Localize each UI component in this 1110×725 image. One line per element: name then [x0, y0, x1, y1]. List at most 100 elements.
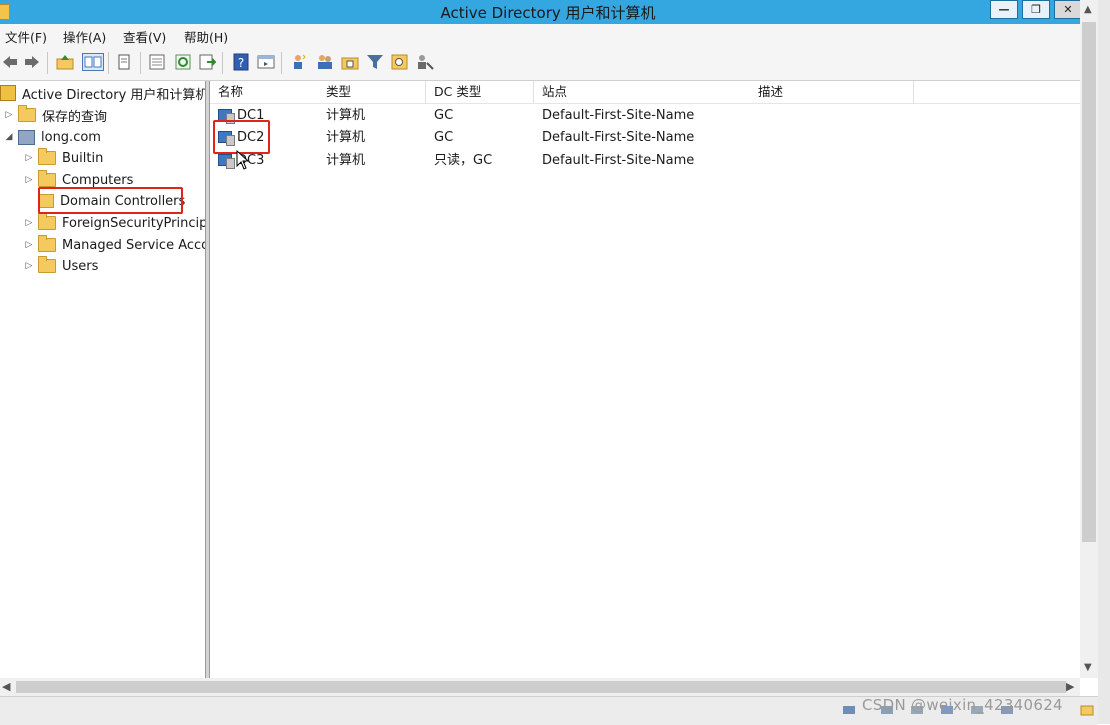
add-to-group-icon[interactable]: [416, 53, 434, 71]
up-folder-icon[interactable]: [56, 53, 74, 71]
new-group-icon[interactable]: [316, 53, 334, 71]
new-ou-icon[interactable]: [341, 53, 359, 71]
refresh-icon[interactable]: [174, 53, 192, 71]
results-list: 名称 类型 DC 类型 站点 描述 DC1 计算机 GC Default-Fir…: [210, 81, 1080, 678]
expand-arrow-icon[interactable]: ▷: [24, 240, 34, 250]
menu-bar: 文件(F) 操作(A) 查看(V) 帮助(H): [0, 24, 1110, 46]
maximize-button[interactable]: ❐: [1022, 0, 1050, 19]
highlight-annotation: [38, 187, 183, 214]
row-dc-type: GC: [434, 130, 454, 145]
computer-icon: [218, 154, 235, 169]
column-header-name[interactable]: 名称: [210, 81, 320, 103]
expand-arrow-icon[interactable]: ▷: [24, 153, 34, 163]
row-description: [750, 150, 914, 172]
vertical-scroll-thumb[interactable]: [1082, 22, 1096, 542]
list-item-dc3[interactable]: DC3 计算机 只读，GC Default-First-Site-Name: [210, 150, 1080, 172]
toolbar: ?: [0, 46, 1110, 81]
tree-item-users[interactable]: ▷ Users: [24, 256, 98, 276]
row-type: 计算机: [326, 153, 366, 168]
folder-icon: [38, 256, 56, 273]
console-tree: Active Directory 用户和计算机 ▷ 保存的查询 ◢ long.c…: [0, 81, 205, 678]
folder-icon: [38, 213, 56, 230]
column-header-description[interactable]: 描述: [750, 81, 914, 103]
collapse-arrow-icon[interactable]: ◢: [4, 132, 14, 142]
network-icon: [843, 706, 855, 714]
tree-item-label: Users: [62, 258, 99, 274]
tree-root-label: Active Directory 用户和计算机: [22, 87, 205, 103]
tree-item-label: Managed Service Accounts: [62, 237, 205, 253]
tree-item-managed-service-accounts[interactable]: ▷ Managed Service Accounts: [24, 235, 205, 255]
toolbar-separator: [108, 52, 109, 74]
row-type: 计算机: [326, 130, 366, 145]
toolbar-separator: [47, 52, 48, 74]
horizontal-scrollbar[interactable]: ◀ ▶: [0, 678, 1080, 696]
back-icon[interactable]: [1, 53, 19, 71]
domain-icon: [18, 129, 35, 145]
minimize-button[interactable]: —: [990, 0, 1018, 19]
folder-icon: [38, 170, 56, 187]
list-item-dc2[interactable]: DC2 计算机 GC Default-First-Site-Name: [210, 127, 1080, 149]
toolbar-separator: [281, 52, 282, 74]
list-item-dc1[interactable]: DC1 计算机 GC Default-First-Site-Name: [210, 105, 1080, 127]
tree-item-saved-queries[interactable]: ▷ 保存的查询: [4, 105, 107, 125]
vertical-scrollbar[interactable]: ▲ ▼: [1080, 0, 1098, 678]
scroll-down-icon[interactable]: ▼: [1084, 662, 1092, 673]
tree-item-label: Builtin: [62, 150, 104, 166]
row-dc-type: 只读，GC: [434, 153, 493, 168]
window-title: Active Directory 用户和计算机: [440, 4, 656, 22]
scroll-up-icon[interactable]: ▲: [1084, 4, 1092, 15]
tree-item-foreign-security-principals[interactable]: ▷ ForeignSecurityPrincipals: [24, 213, 205, 233]
column-header-site[interactable]: 站点: [534, 81, 752, 103]
title-bar: Active Directory 用户和计算机 — ❐ ✕: [0, 0, 1110, 24]
horizontal-scroll-thumb[interactable]: [16, 681, 1066, 693]
row-site: Default-First-Site-Name: [542, 153, 695, 168]
row-description: [750, 127, 914, 149]
copy-icon[interactable]: [115, 53, 133, 71]
row-dc-type: GC: [434, 108, 454, 123]
row-type: 计算机: [326, 108, 366, 123]
menu-view[interactable]: 查看(V): [123, 27, 166, 46]
find-icon[interactable]: [391, 53, 409, 71]
folder-icon: [38, 148, 56, 165]
list-header: 名称 类型 DC 类型 站点 描述: [210, 81, 1080, 104]
mmc-view-icon[interactable]: [257, 53, 275, 71]
new-user-icon[interactable]: [290, 53, 308, 71]
expand-arrow-icon[interactable]: ▷: [24, 218, 34, 228]
row-site: Default-First-Site-Name: [542, 130, 695, 145]
tree-item-label: Computers: [62, 172, 134, 188]
tree-item-label: 保存的查询: [42, 109, 108, 125]
window-edge: [1098, 0, 1110, 724]
tree-item-domain[interactable]: ◢ long.com: [4, 127, 101, 147]
tree-root[interactable]: Active Directory 用户和计算机: [0, 83, 205, 103]
expand-arrow-icon[interactable]: ▷: [24, 175, 34, 185]
ad-root-icon: [0, 85, 16, 101]
help-icon[interactable]: ?: [232, 53, 250, 71]
forward-icon[interactable]: [23, 53, 41, 71]
menu-action[interactable]: 操作(A): [63, 27, 106, 46]
row-description: [750, 105, 914, 127]
expand-arrow-icon[interactable]: ▷: [24, 261, 34, 271]
svg-text:?: ?: [238, 56, 244, 70]
highlight-annotation: [213, 120, 270, 154]
scroll-left-icon[interactable]: ◀: [2, 680, 10, 693]
expand-arrow-icon[interactable]: ▷: [4, 110, 14, 120]
column-header-dc-type[interactable]: DC 类型: [426, 81, 534, 103]
column-header-type[interactable]: 类型: [318, 81, 426, 103]
scroll-right-icon[interactable]: ▶: [1066, 680, 1074, 693]
toolbar-separator: [222, 52, 223, 74]
tree-item-builtin[interactable]: ▷ Builtin: [24, 148, 103, 168]
filter-icon[interactable]: [366, 53, 384, 71]
folder-tray-icon: [1080, 705, 1094, 716]
folder-icon: [38, 235, 56, 252]
export-icon[interactable]: [198, 53, 216, 71]
menu-file[interactable]: 文件(F): [5, 27, 47, 46]
mouse-cursor-icon: [236, 150, 250, 170]
console-tree-icon[interactable]: [82, 53, 104, 71]
tree-item-label: long.com: [41, 129, 101, 145]
close-button[interactable]: ✕: [1054, 0, 1082, 19]
watermark: CSDN @weixin_42340624: [862, 696, 1063, 714]
properties-icon[interactable]: [148, 53, 166, 71]
window-controls: — ❐ ✕: [990, 0, 1086, 20]
toolbar-separator: [140, 52, 141, 74]
menu-help[interactable]: 帮助(H): [184, 27, 228, 46]
